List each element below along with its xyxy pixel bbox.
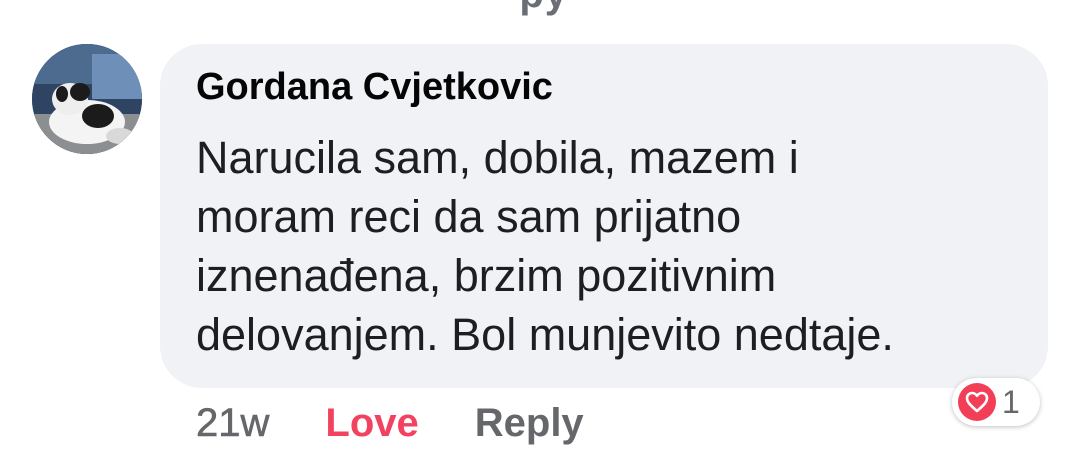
avatar[interactable] bbox=[32, 44, 142, 154]
comment-actions: 21w Love Reply bbox=[196, 398, 584, 448]
comment-screen: ·py Gordana Cvjetkovic Narucila sam, dob… bbox=[0, 0, 1080, 468]
avatar-photo bbox=[32, 44, 142, 154]
comment-body-line: delovanjem. Bol munjevito nedtaje. bbox=[196, 309, 894, 360]
love-button[interactable]: Love bbox=[325, 401, 418, 446]
comment-body: Narucila sam, dobila, mazem i moram reci… bbox=[196, 128, 1016, 364]
comment-author-name[interactable]: Gordana Cvjetkovic bbox=[196, 66, 553, 109]
comment-body-line: moram reci da sam prijatno bbox=[196, 191, 742, 242]
comment-timestamp[interactable]: 21w bbox=[196, 400, 270, 446]
comment-body-line: iznenađena, brzim pozitivnim bbox=[196, 250, 777, 301]
reply-button[interactable]: Reply bbox=[475, 401, 584, 446]
reaction-count: 1 bbox=[1002, 383, 1020, 420]
heart-icon bbox=[958, 383, 996, 421]
reaction-summary[interactable]: 1 bbox=[952, 378, 1040, 426]
comment-body-line: Narucila sam, dobila, mazem i bbox=[196, 132, 799, 183]
cropped-reply-text: ·py bbox=[505, 0, 568, 17]
